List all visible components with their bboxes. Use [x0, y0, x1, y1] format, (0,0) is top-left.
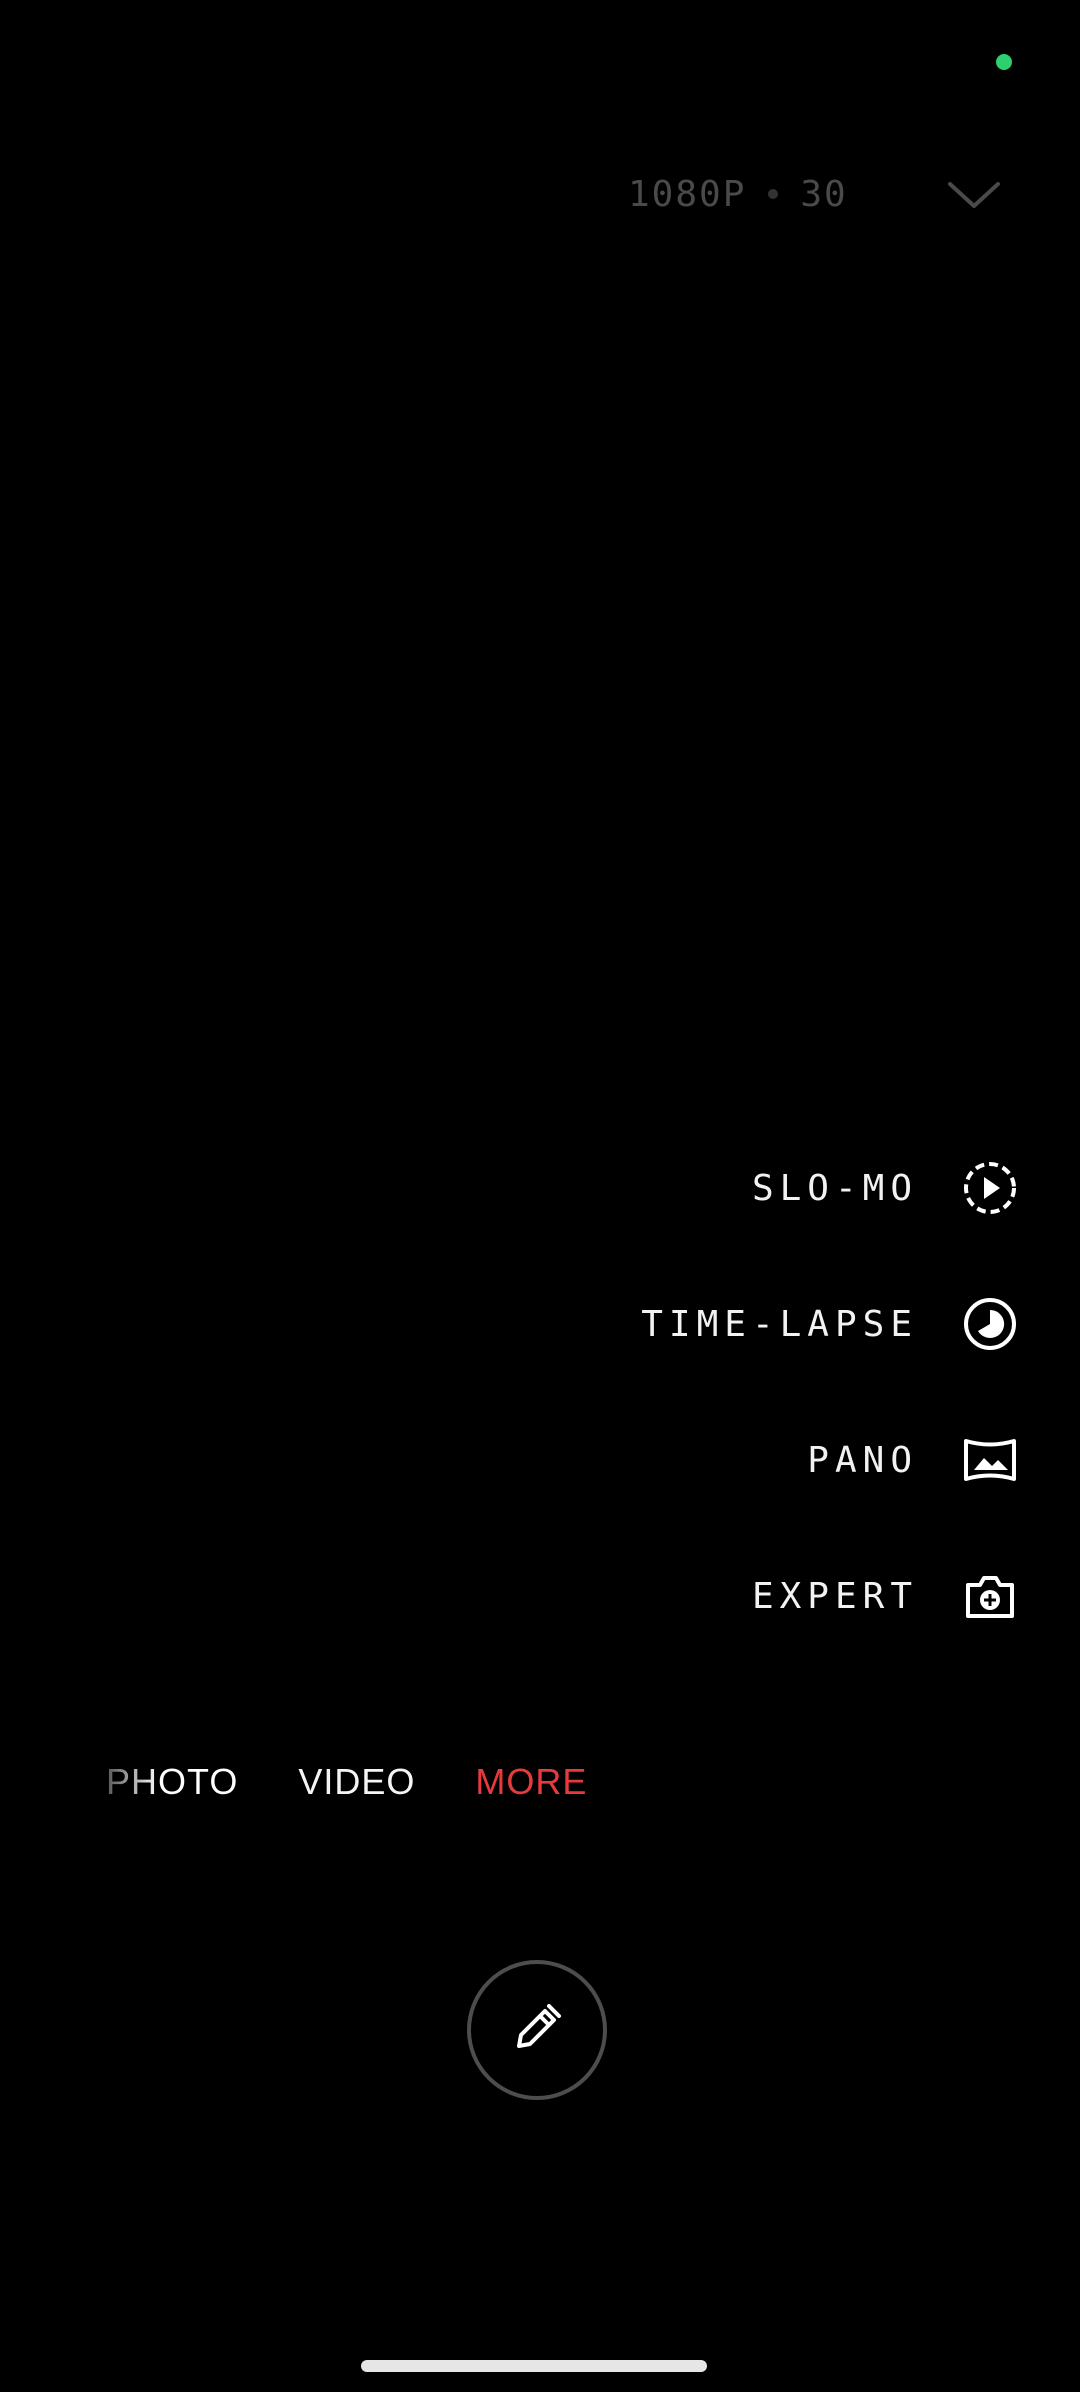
panorama-icon[interactable] [962, 1432, 1018, 1488]
frame-rate-label[interactable]: 30 [800, 174, 847, 215]
more-modes-menu: SLO-MO TIME-LAPSE PANO EXPERT [398, 1150, 1018, 1694]
mode-label-slo-mo[interactable]: SLO-MO [752, 1168, 918, 1209]
home-indicator[interactable] [361, 2360, 707, 2372]
expert-camera-icon[interactable] [962, 1568, 1018, 1624]
mode-pano[interactable]: PANO [398, 1422, 1018, 1498]
edit-pencil-icon [505, 1996, 569, 2064]
tab-more[interactable]: MORE [475, 1761, 587, 1803]
separator-dot [768, 189, 779, 199]
tab-photo[interactable]: PHOTO [106, 1761, 238, 1803]
mode-label-time-lapse[interactable]: TIME-LAPSE [641, 1304, 918, 1345]
resolution-label[interactable]: 1080P [628, 174, 746, 215]
video-quality-selector[interactable]: 1080P 30 [628, 168, 848, 220]
time-lapse-icon[interactable] [962, 1296, 1018, 1352]
mode-slo-mo[interactable]: SLO-MO [398, 1150, 1018, 1226]
mode-time-lapse[interactable]: TIME-LAPSE [398, 1286, 1018, 1362]
shutter-button[interactable] [467, 1960, 607, 2100]
camera-mode-tabs: PHOTO VIDEO MORE [106, 1752, 647, 1812]
chevron-down-icon[interactable] [946, 170, 1002, 218]
camera-in-use-indicator [996, 54, 1012, 70]
slow-motion-icon[interactable] [962, 1160, 1018, 1216]
mode-expert[interactable]: EXPERT [398, 1558, 1018, 1634]
mode-label-expert[interactable]: EXPERT [752, 1576, 918, 1617]
tab-video[interactable]: VIDEO [298, 1761, 415, 1803]
mode-label-pano[interactable]: PANO [807, 1440, 918, 1481]
